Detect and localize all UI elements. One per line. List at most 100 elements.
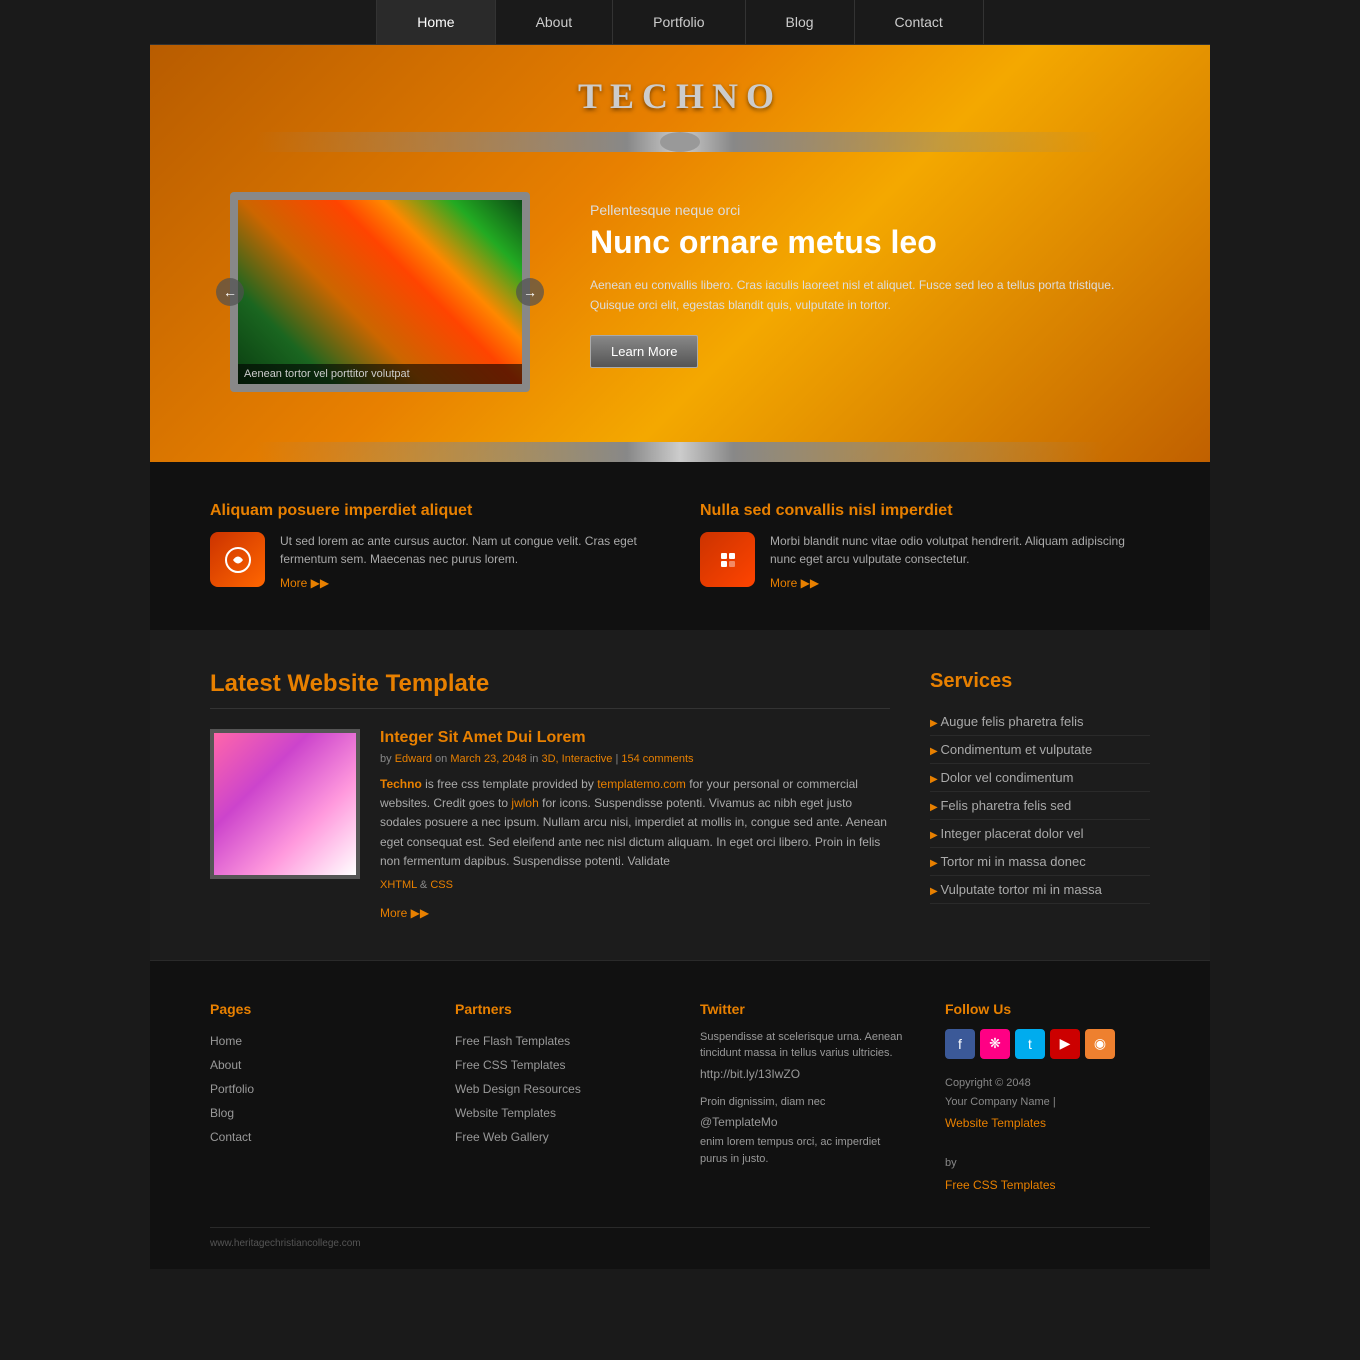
- sidebar-title: Services: [930, 670, 1150, 693]
- footer-partners-title: Partners: [455, 1001, 660, 1017]
- feature-2-title: Nulla sed convallis nisl imperdiet: [700, 502, 1150, 520]
- blog-body: Integer Sit Amet Dui Lorem by Edward on …: [380, 729, 890, 920]
- footer-twitter-title: Twitter: [700, 1001, 905, 1017]
- feature-1-body: Ut sed lorem ac ante cursus auctor. Nam …: [210, 532, 660, 590]
- blog-comments[interactable]: 154 comments: [621, 753, 693, 765]
- feature-2: Nulla sed convallis nisl imperdiet Morbi…: [700, 502, 1150, 590]
- footer-twitter-link1[interactable]: http://bit.ly/13IwZO: [700, 1062, 905, 1086]
- footer-partner-1[interactable]: Free Flash Templates: [455, 1029, 660, 1053]
- facebook-icon[interactable]: f: [945, 1029, 975, 1059]
- feature-1-icon: [210, 532, 265, 587]
- feature-2-more[interactable]: More: [770, 576, 1150, 590]
- main-content-section: Latest Website Template Integer Sit Amet…: [150, 630, 1210, 960]
- footer-partner-2[interactable]: Free CSS Templates: [455, 1053, 660, 1077]
- blog-post: Integer Sit Amet Dui Lorem by Edward on …: [210, 729, 890, 920]
- content-more[interactable]: More: [380, 906, 890, 920]
- sidebar-item-4[interactable]: Felis pharetra felis sed: [930, 792, 1150, 820]
- nav-blog[interactable]: Blog: [746, 0, 855, 44]
- sidebar-item-1[interactable]: Augue felis pharetra felis: [930, 708, 1150, 736]
- features-section: Aliquam posuere imperdiet aliquet Ut sed…: [150, 462, 1210, 630]
- templatemo-link[interactable]: templatemo.com: [597, 777, 686, 791]
- section-title: Latest Website Template: [210, 670, 890, 698]
- hero-bottom-divider: [150, 442, 1210, 462]
- feature-1-more[interactable]: More: [280, 576, 660, 590]
- jwloh-link[interactable]: jwloh: [511, 796, 538, 810]
- feature-1-text: Ut sed lorem ac ante cursus auctor. Nam …: [280, 532, 660, 568]
- blog-title[interactable]: Integer Sit Amet Dui Lorem: [380, 729, 890, 747]
- footer-twitter-col: Twitter Suspendisse at scelerisque urna.…: [700, 1001, 905, 1197]
- footer-partners-col: Partners Free Flash Templates Free CSS T…: [455, 1001, 660, 1197]
- blog-meta: by Edward on March 23, 2048 in 3D, Inter…: [380, 753, 890, 765]
- sidebar-list: Augue felis pharetra felis Condimentum e…: [930, 708, 1150, 904]
- footer-twitter-text1: Suspendisse at scelerisque urna. Aenean …: [700, 1029, 905, 1086]
- nav-about[interactable]: About: [496, 0, 614, 44]
- footer-partner-5[interactable]: Free Web Gallery: [455, 1125, 660, 1149]
- hero-subheading: Pellentesque neque orci: [590, 202, 1130, 218]
- footer-wt-link[interactable]: Website Templates: [945, 1111, 1150, 1135]
- hero-paragraph: Aenean eu convallis libero. Cras iaculis…: [590, 276, 1130, 314]
- hero-slider: Aenean tortor vel porttitor volutpat ← →: [230, 192, 530, 392]
- blog-author[interactable]: Edward: [395, 753, 432, 765]
- youtube-icon[interactable]: ▶: [1050, 1029, 1080, 1059]
- feature-1-text-wrap: Ut sed lorem ac ante cursus auctor. Nam …: [280, 532, 660, 590]
- footer-page-portfolio[interactable]: Portfolio: [210, 1077, 415, 1101]
- learn-more-button[interactable]: Learn More: [590, 335, 698, 368]
- footer-follow-col: Follow Us f ❋ t ▶ ◉ Copyright © 2048 You…: [945, 1001, 1150, 1197]
- slider-next-button[interactable]: →: [516, 278, 544, 306]
- xhtml-link[interactable]: XHTML: [380, 879, 417, 891]
- section-divider: [210, 708, 890, 709]
- hero-text: Pellentesque neque orci Nunc ornare metu…: [590, 192, 1130, 368]
- twitter-icon[interactable]: t: [1015, 1029, 1045, 1059]
- footer-pages-col: Pages Home About Portfolio Blog Contact: [210, 1001, 415, 1197]
- css-link[interactable]: CSS: [430, 879, 453, 891]
- hero-image: [230, 192, 530, 392]
- nav-contact[interactable]: Contact: [855, 0, 984, 44]
- sidebar-item-3[interactable]: Dolor vel condimentum: [930, 764, 1150, 792]
- footer-follow-title: Follow Us: [945, 1001, 1150, 1017]
- hero-section: TECHNO Aenean tortor vel porttitor volut…: [150, 45, 1210, 462]
- nav-portfolio[interactable]: Portfolio: [613, 0, 745, 44]
- sidebar-item-5[interactable]: Integer placerat dolor vel: [930, 820, 1150, 848]
- flickr-icon[interactable]: ❋: [980, 1029, 1010, 1059]
- feature-2-text-wrap: Morbi blandit nunc vitae odio volutpat h…: [770, 532, 1150, 590]
- feature-2-body: Morbi blandit nunc vitae odio volutpat h…: [700, 532, 1150, 590]
- sidebar-item-6[interactable]: Tortor mi in massa donec: [930, 848, 1150, 876]
- footer-page-home[interactable]: Home: [210, 1029, 415, 1053]
- blog-cats[interactable]: 3D, Interactive: [541, 753, 612, 765]
- content-left: Latest Website Template Integer Sit Amet…: [210, 670, 890, 920]
- sidebar-item-2[interactable]: Condimentum et vulputate: [930, 736, 1150, 764]
- nav-home[interactable]: Home: [376, 0, 495, 44]
- sidebar-item-7[interactable]: Vulputate tortor mi in massa: [930, 876, 1150, 904]
- feature-2-icon: [700, 532, 755, 587]
- footer: Pages Home About Portfolio Blog Contact …: [150, 960, 1210, 1269]
- hero-heading: Nunc ornare metus leo: [590, 223, 1130, 261]
- footer-page-blog[interactable]: Blog: [210, 1101, 415, 1125]
- feature-1-title: Aliquam posuere imperdiet aliquet: [210, 502, 660, 520]
- footer-columns: Pages Home About Portfolio Blog Contact …: [210, 1001, 1150, 1197]
- blog-paragraph: Techno is free css template provided by …: [380, 775, 890, 871]
- blog-thumbnail: [210, 729, 360, 879]
- footer-twitter-text2: Proin dignissim, diam nec @TemplateMo en…: [700, 1094, 905, 1168]
- footer-copyright: Copyright © 2048 Your Company Name | Web…: [945, 1074, 1150, 1197]
- feature-2-text: Morbi blandit nunc vitae odio volutpat h…: [770, 532, 1150, 568]
- sidebar: Services Augue felis pharetra felis Cond…: [930, 670, 1150, 920]
- feature-1: Aliquam posuere imperdiet aliquet Ut sed…: [210, 502, 660, 590]
- slider-prev-button[interactable]: ←: [216, 278, 244, 306]
- social-icons: f ❋ t ▶ ◉: [945, 1029, 1150, 1059]
- rss-icon[interactable]: ◉: [1085, 1029, 1115, 1059]
- hero-top-divider: [150, 132, 1210, 152]
- hero-caption: Aenean tortor vel porttitor volutpat: [238, 364, 522, 384]
- footer-fcss-link[interactable]: Free CSS Templates: [945, 1173, 1150, 1197]
- footer-watermark: www.heritagechristiancollege.com: [210, 1227, 1150, 1249]
- main-nav: Home About Portfolio Blog Contact: [150, 0, 1210, 45]
- blog-date: March 23, 2048: [450, 753, 526, 765]
- footer-partner-3[interactable]: Web Design Resources: [455, 1077, 660, 1101]
- blog-valid: XHTML & CSS: [380, 879, 890, 891]
- footer-page-contact[interactable]: Contact: [210, 1125, 415, 1149]
- footer-partner-4[interactable]: Website Templates: [455, 1101, 660, 1125]
- blog-brand: Techno: [380, 777, 422, 791]
- footer-page-about[interactable]: About: [210, 1053, 415, 1077]
- footer-pages-title: Pages: [210, 1001, 415, 1017]
- hero-content: Aenean tortor vel porttitor volutpat ← →…: [150, 172, 1210, 422]
- footer-twitter-link2[interactable]: @TemplateMo: [700, 1110, 905, 1134]
